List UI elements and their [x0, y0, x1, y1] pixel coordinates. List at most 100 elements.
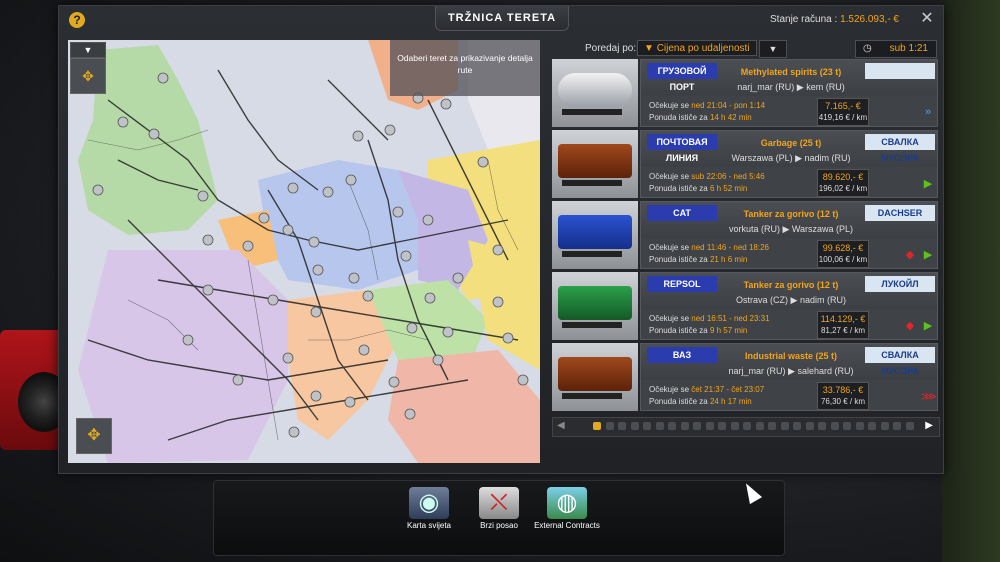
- page-dot[interactable]: [805, 422, 814, 430]
- trailer-image: [552, 59, 638, 127]
- job-payment: 7.165,- € 419,16 € / km: [817, 98, 869, 126]
- close-icon[interactable]: ✕: [919, 11, 935, 27]
- job-route: narj_mar (RU) ▶ salehard (RU): [728, 366, 854, 376]
- external-contracts-button[interactable]: ◍ External Contracts: [532, 487, 602, 551]
- job-route: vorkuta (RU) ▶ Warszawa (PL): [728, 224, 854, 234]
- quick-job-button[interactable]: ⛌ Brzi posao: [464, 487, 534, 551]
- balance-value: 1.526.093,- €: [840, 14, 899, 25]
- job-route: Ostrava (CZ) ▶ nadim (RU): [736, 295, 846, 305]
- trailer-chassis: [562, 251, 622, 257]
- play-icon[interactable]: ▶: [921, 319, 935, 332]
- chevron-down-icon[interactable]: ▼: [759, 40, 787, 58]
- payment-per-km: 100,06 € / km: [818, 255, 868, 264]
- trailer-body: [558, 144, 632, 178]
- offer-value: 6 h 52 min: [709, 184, 748, 193]
- page-dot[interactable]: [718, 422, 726, 430]
- job-offer[interactable]: ГРУЗОВОЙ ПОРТ Methylated spirits (23 t) …: [552, 59, 938, 127]
- page-dot[interactable]: [643, 422, 651, 430]
- next-page-icon[interactable]: ▶: [925, 420, 933, 431]
- page-dot[interactable]: [793, 422, 801, 430]
- job-card[interactable]: REPSOL ЛУКОЙЛ Tanker za gorivo (12 t) Os…: [640, 272, 938, 340]
- payment-per-km: 419,16 € / km: [818, 113, 868, 122]
- job-card[interactable]: CAT DACHSER Tanker za gorivo (12 t) vork…: [640, 201, 938, 269]
- cargo-name: Garbage (25 t): [760, 138, 822, 148]
- external-contracts-icon: ◍: [547, 487, 587, 519]
- payment-per-km: 196,02 € / km: [818, 184, 868, 193]
- job-offer[interactable]: ПОЧТОВАЯ ЛИНИЯ СВАЛКА МУСОРА Garbage (25…: [552, 130, 938, 198]
- job-payment: 89.620,- € 196,02 € / km: [817, 169, 869, 197]
- page-dot[interactable]: [680, 422, 689, 430]
- expected-value: ned 16:51 - ned 23:31: [691, 314, 770, 323]
- page-dot[interactable]: [755, 422, 764, 430]
- page-dot[interactable]: [743, 422, 751, 430]
- page-dot[interactable]: [830, 422, 839, 430]
- page-dot[interactable]: [855, 422, 864, 430]
- offer-label: Ponuda ističe za: [649, 184, 708, 193]
- play-icon[interactable]: ▶: [921, 177, 935, 190]
- world-map-button[interactable]: ◉ Karta svijeta: [394, 487, 464, 551]
- expected-value: ned 11:46 - ned 18:26: [691, 243, 769, 252]
- expected-value: sub 22:06 - ned 5:46: [691, 172, 765, 181]
- job-card[interactable]: ГРУЗОВОЙ ПОРТ Methylated spirits (23 t) …: [640, 59, 938, 127]
- job-offer[interactable]: REPSOL ЛУКОЙЛ Tanker za gorivo (12 t) Os…: [552, 272, 938, 340]
- offer-expiry: Ponuda ističe za 9 h 57 min: [649, 326, 747, 335]
- play-icon[interactable]: ▶: [921, 248, 935, 261]
- job-list-pager[interactable]: ◀ ▶: [552, 417, 940, 437]
- receiver-company-logo: СВАЛКА МУСОРА: [865, 347, 935, 376]
- offer-label: Ponuda ističe za: [649, 113, 708, 122]
- page-dot[interactable]: [693, 422, 701, 430]
- job-route: Warszawa (PL) ▶ nadim (RU): [731, 153, 851, 163]
- map-graphic: [68, 40, 540, 463]
- offer-value: 14 h 42 min: [709, 113, 752, 122]
- hazard-icon[interactable]: ◆: [903, 248, 917, 261]
- page-dot[interactable]: [880, 422, 889, 430]
- page-dot[interactable]: [868, 422, 876, 430]
- europe-map[interactable]: ▼ ✥ Odaberi teret za prikazivanje detalj…: [68, 40, 540, 463]
- trailer-chassis: [562, 109, 622, 115]
- page-dot[interactable]: [893, 422, 901, 430]
- job-offer[interactable]: CAT DACHSER Tanker za gorivo (12 t) vork…: [552, 201, 938, 269]
- receiver-company-logo: DACHSER: [865, 205, 935, 221]
- page-dot[interactable]: [843, 422, 851, 430]
- chevron-down-icon[interactable]: ▼: [70, 42, 106, 58]
- double-arrow-icon[interactable]: »: [921, 106, 935, 118]
- sort-selected: Cijena po udaljenosti: [656, 43, 750, 54]
- sort-dropdown[interactable]: ▼ Cijena po udaljenosti: [637, 40, 757, 56]
- job-card[interactable]: ВАЗ СВАЛКА МУСОРА Industrial waste (25 t…: [640, 343, 938, 411]
- dock-label-external-contracts: External Contracts: [534, 521, 600, 530]
- receiver-company-logo: ЛУКОЙЛ: [865, 276, 935, 292]
- trailer-chassis: [562, 322, 622, 328]
- page-dot[interactable]: [768, 422, 776, 430]
- page-dot[interactable]: [618, 422, 626, 430]
- page-dot[interactable]: [605, 422, 614, 430]
- offer-value: 9 h 57 min: [709, 326, 748, 335]
- expected-label: Očekuje se: [649, 243, 690, 252]
- payment-total: 89.620,- €: [822, 172, 864, 182]
- trailer-body: [558, 357, 632, 391]
- help-icon[interactable]: ?: [69, 12, 85, 28]
- map-move-tool-icon[interactable]: ✥: [70, 58, 106, 94]
- expected-delivery: Očekuje se sub 22:06 - ned 5:46: [649, 172, 765, 181]
- page-dot[interactable]: [705, 422, 714, 430]
- page-dot[interactable]: [905, 422, 914, 430]
- triple-arrow-icon[interactable]: ⋙: [921, 390, 937, 403]
- page-dot[interactable]: [655, 422, 664, 430]
- expected-label: Očekuje se: [649, 314, 690, 323]
- page-dot[interactable]: [730, 422, 739, 430]
- page-dot[interactable]: [668, 422, 676, 430]
- page-dot[interactable]: [780, 422, 789, 430]
- expected-delivery: Očekuje se ned 21:04 - pon 1:14: [649, 101, 765, 110]
- page-dot[interactable]: [630, 422, 639, 430]
- job-offer[interactable]: ВАЗ СВАЛКА МУСОРА Industrial waste (25 t…: [552, 343, 938, 411]
- page-dot[interactable]: [818, 422, 826, 430]
- mouse-drag-icon[interactable]: ✥: [76, 418, 112, 454]
- previous-page-icon[interactable]: ◀: [557, 420, 565, 431]
- job-payment: 99.628,- € 100,06 € / km: [817, 240, 869, 268]
- page-dot[interactable]: [593, 422, 601, 430]
- trailer-chassis: [562, 180, 622, 186]
- expected-delivery: Očekuje se čet 21:37 - čet 23:07: [649, 385, 764, 394]
- hazard-icon[interactable]: ◆: [903, 319, 917, 332]
- background-scenery: [942, 0, 1000, 562]
- job-card[interactable]: ПОЧТОВАЯ ЛИНИЯ СВАЛКА МУСОРА Garbage (25…: [640, 130, 938, 198]
- offer-expiry: Ponuda ističe za 14 h 42 min: [649, 113, 752, 122]
